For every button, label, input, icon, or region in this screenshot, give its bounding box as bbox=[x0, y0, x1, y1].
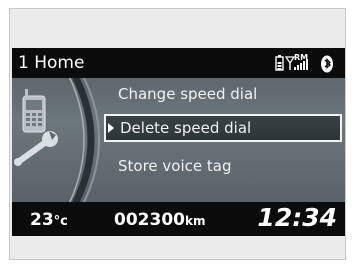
roaming-label: RM bbox=[294, 53, 308, 62]
odometer: 002300km bbox=[114, 210, 205, 230]
info-display: 1 Home RM Change speed dial Delete speed… bbox=[12, 48, 345, 236]
menu-item-store-voice-tag[interactable]: Store voice tag bbox=[104, 152, 336, 180]
outside-temperature: 23°c bbox=[30, 210, 68, 230]
odometer-unit: km bbox=[184, 214, 206, 228]
odometer-value: 002300 bbox=[114, 210, 185, 230]
menu-item-delete-speed-dial[interactable]: Delete speed dial bbox=[104, 114, 342, 142]
header-bar: 1 Home RM bbox=[12, 48, 345, 78]
temperature-value: 23 bbox=[30, 210, 54, 230]
temperature-unit: °c bbox=[53, 214, 68, 229]
status-bar: 23°c 002300km 12:34 bbox=[12, 202, 345, 236]
status-icons: RM bbox=[275, 53, 339, 73]
menu-item-change-speed-dial[interactable]: Change speed dial bbox=[104, 80, 336, 108]
phone-battery-icon bbox=[275, 55, 284, 71]
selection-arrow-icon bbox=[108, 123, 114, 133]
signal-strength-icon: RM bbox=[284, 53, 308, 70]
menu-area: Change speed dial Delete speed dial Stor… bbox=[12, 78, 345, 202]
clock: 12:34 bbox=[257, 203, 337, 232]
bluetooth-icon bbox=[321, 55, 333, 73]
menu-item-label: Delete speed dial bbox=[120, 119, 252, 137]
page-title: 1 Home bbox=[18, 53, 85, 73]
category-panel bbox=[12, 78, 108, 202]
phone-settings-icon bbox=[14, 78, 100, 202]
